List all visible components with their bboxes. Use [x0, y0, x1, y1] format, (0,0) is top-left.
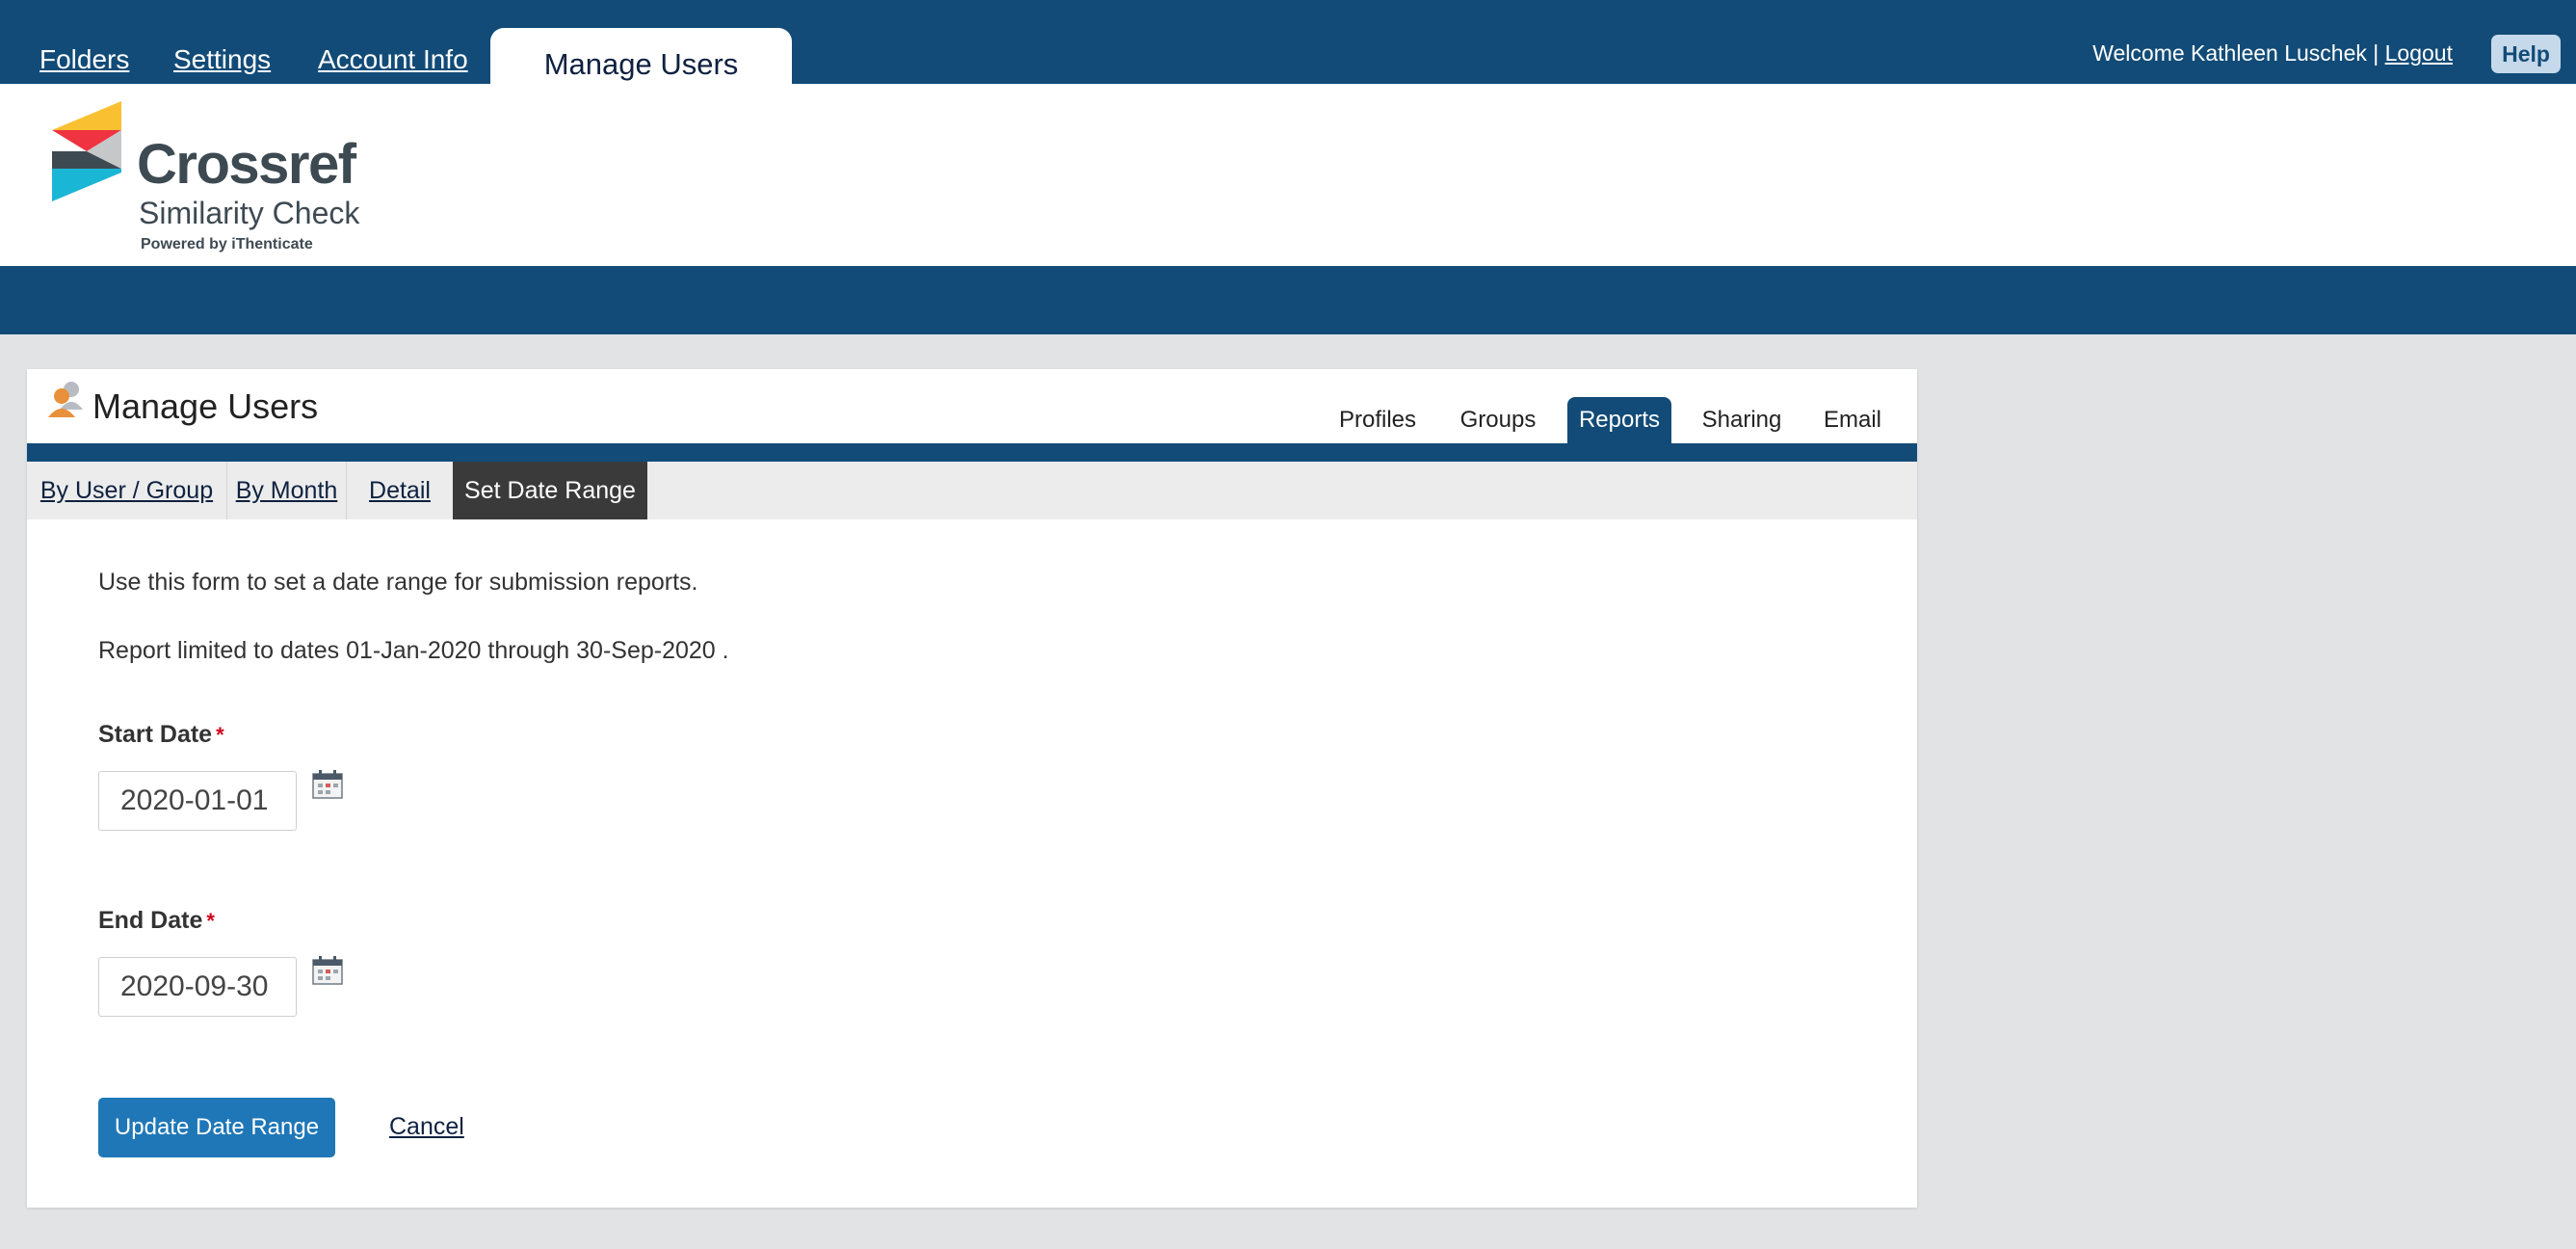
logo-band: Crossref Similarity Check Powered by iTh… — [0, 84, 2576, 266]
end-date-calendar-icon[interactable] — [312, 956, 343, 985]
start-date-input[interactable] — [98, 771, 297, 831]
tab-reports[interactable]: Reports — [1567, 397, 1671, 443]
start-date-label-text: Start Date — [98, 721, 213, 748]
welcome-text: Welcome Kathleen Luschek | Logout — [2092, 40, 2453, 66]
report-subnav: By User / Group By Month Detail Set Date… — [27, 462, 1917, 519]
manage-users-panel: Manage Users Profiles Groups Reports Sha… — [27, 369, 1917, 1208]
required-marker: * — [216, 723, 224, 747]
crossref-logo: Crossref Similarity Check Powered by iTh… — [52, 101, 380, 255]
welcome-user-text: Welcome Kathleen Luschek | — [2092, 40, 2379, 66]
subtab-by-user-group[interactable]: By User / Group — [27, 462, 227, 519]
subtab-set-date-range[interactable]: Set Date Range — [453, 462, 647, 519]
end-date-label: End Date * — [98, 907, 215, 935]
nav-settings-link[interactable]: Settings — [173, 44, 271, 75]
tab-groups[interactable]: Groups — [1451, 397, 1545, 443]
subtab-detail[interactable]: Detail — [347, 462, 453, 519]
required-marker: * — [206, 909, 215, 933]
subtab-by-month[interactable]: By Month — [227, 462, 347, 519]
nav-account-info-link[interactable]: Account Info — [318, 44, 468, 75]
start-date-label: Start Date * — [98, 721, 224, 749]
update-date-range-button[interactable]: Update Date Range — [98, 1098, 335, 1157]
tab-profiles[interactable]: Profiles — [1329, 397, 1426, 443]
nav-manage-users-tab[interactable]: Manage Users — [490, 28, 792, 86]
page-title: Manage Users — [92, 386, 319, 426]
panel-divider — [27, 443, 1917, 462]
tab-sharing[interactable]: Sharing — [1692, 397, 1792, 443]
top-nav-bar: Folders Settings Account Info Manage Use… — [0, 0, 2576, 86]
logo-subtitle: Similarity Check — [139, 196, 360, 230]
date-limit-text: Report limited to dates 01-Jan-2020 thro… — [98, 637, 729, 664]
help-button[interactable]: Help — [2491, 35, 2561, 73]
start-date-calendar-icon[interactable] — [312, 770, 343, 799]
end-date-input[interactable] — [98, 957, 297, 1017]
cancel-link[interactable]: Cancel — [389, 1113, 464, 1141]
crossref-mark-icon — [52, 101, 121, 201]
logout-link[interactable]: Logout — [2385, 40, 2453, 66]
logo-name: Crossref — [137, 133, 356, 196]
tab-email[interactable]: Email — [1814, 397, 1891, 443]
end-date-label-text: End Date — [98, 907, 203, 934]
users-icon — [48, 382, 83, 417]
nav-folders-link[interactable]: Folders — [39, 44, 129, 75]
logo-powered-by: Powered by iThenticate — [141, 236, 313, 252]
form-intro-text: Use this form to set a date range for su… — [98, 569, 698, 596]
header-divider-band — [0, 266, 2576, 334]
